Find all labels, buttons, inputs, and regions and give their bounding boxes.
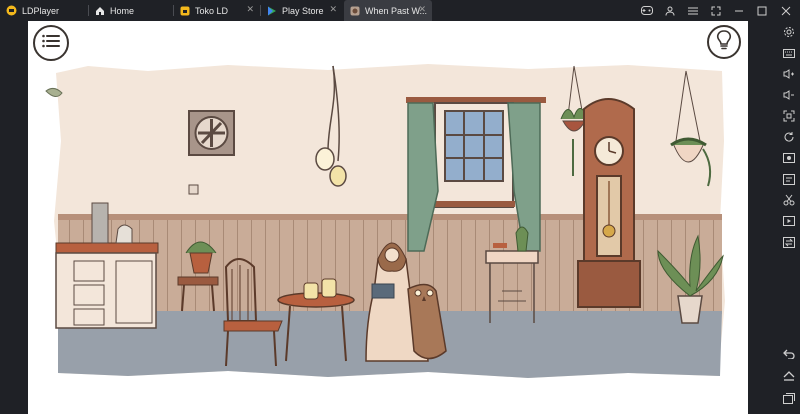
tab-home[interactable]: Home (89, 0, 173, 21)
tab-label: Toko LD (195, 5, 229, 16)
maximize-icon[interactable] (751, 0, 773, 21)
screenshot-icon[interactable] (781, 109, 797, 123)
close-icon[interactable] (775, 0, 797, 21)
minimize-icon[interactable] (728, 0, 750, 21)
settings-icon[interactable] (781, 25, 797, 39)
apk-icon[interactable] (781, 172, 797, 186)
scissors-icon[interactable] (781, 193, 797, 207)
title-bar: LDPlayer Home Toko LD ✕ Play Store ✕ Whe… (0, 0, 800, 21)
keyboard-icon[interactable] (781, 46, 797, 60)
tab-label: Play Store (282, 5, 324, 16)
lightbulb-icon (716, 29, 732, 55)
tab-toko-ld[interactable]: Toko LD ✕ (174, 0, 260, 21)
game-viewport[interactable] (28, 21, 748, 414)
light-switch (188, 184, 199, 195)
tab-ldplayer[interactable]: LDPlayer (0, 0, 88, 21)
tab-game[interactable]: When Past W... ✕ (344, 0, 432, 21)
play-store-icon (267, 6, 277, 16)
game-icon (350, 6, 360, 16)
right-gutter (748, 21, 778, 414)
close-tab-icon[interactable]: ✕ (418, 4, 426, 15)
home-icon[interactable] (781, 369, 797, 383)
recent-apps-icon[interactable] (781, 391, 797, 405)
video-icon[interactable] (781, 214, 797, 228)
close-tab-icon[interactable]: ✕ (329, 4, 337, 15)
hamburger-icon (42, 34, 60, 53)
tab-label: Home (110, 5, 135, 16)
menu-icon[interactable] (682, 0, 704, 21)
gamepad-icon[interactable] (636, 0, 658, 21)
home-icon (95, 6, 105, 16)
rotate-icon[interactable] (781, 130, 797, 144)
grandfather-clock (577, 98, 641, 308)
game-scene[interactable] (28, 21, 748, 414)
hint-button[interactable] (707, 25, 741, 59)
account-icon[interactable] (659, 0, 681, 21)
volume-down-icon[interactable] (781, 88, 797, 102)
left-gutter (0, 21, 28, 414)
fullscreen-icon[interactable] (705, 0, 727, 21)
ldplayer-logo-icon (6, 5, 17, 16)
game-menu-button[interactable] (33, 25, 69, 61)
record-icon[interactable] (781, 151, 797, 165)
store-icon (180, 6, 190, 16)
back-icon[interactable] (781, 347, 797, 361)
tab-play-store[interactable]: Play Store ✕ (261, 0, 343, 21)
tab-label: LDPlayer (22, 5, 60, 16)
volume-up-icon[interactable] (781, 67, 797, 81)
close-tab-icon[interactable]: ✕ (246, 4, 254, 15)
emulator-sidebar (778, 21, 800, 414)
sync-icon[interactable] (781, 235, 797, 249)
wall-fan (188, 110, 235, 156)
